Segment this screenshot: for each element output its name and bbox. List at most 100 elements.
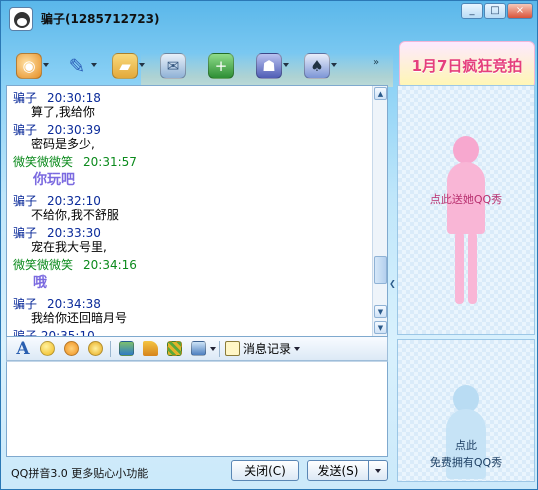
app-button[interactable]: ☗ [245,46,293,86]
image-icon [118,341,134,356]
message-time: 20:34:38 [47,297,101,311]
side-panel-toggle[interactable]: ❮ [388,85,397,481]
message-list: 骗子 20:30:18 算了,我给你 骗子 20:30:39 密码是多少, 微笑微微笑 20:… [7,86,373,336]
scrawl-button[interactable] [162,339,186,359]
send-options-button[interactable] [368,460,388,481]
send-image-button[interactable] [114,339,138,359]
message-header: 微笑微微笑 20:34:16 [13,258,367,272]
message-time: 20:30:18 [47,91,101,105]
scroll-down-icon[interactable]: ▼ [374,305,387,318]
scroll-thumb[interactable] [374,256,387,284]
contact-qq-show-panel[interactable]: 点此送她QQ秀 [397,85,535,335]
scrawl-icon [166,341,182,356]
message-text: 不给你,我不舒服 [31,208,119,222]
message-time: 20:32:10 [47,194,101,208]
magic-emoticon-button[interactable] [59,339,83,359]
music-button[interactable] [138,339,162,359]
format-toolbar: A 消息记录 [6,337,388,361]
qq-show-line1[interactable]: 点此 [398,437,534,453]
avatar-figure [446,385,486,485]
send-email-button[interactable]: ✉ [149,46,197,86]
title-bar: 骗子(1285712723) _ □ × [1,1,538,35]
contact-avatar[interactable] [9,7,33,31]
folder-icon: ▰ [112,53,138,79]
message-header: 微笑微微笑 20:31:57 [13,155,367,169]
avatar-figure [446,136,486,306]
message-header: 骗子 20:32:10 [13,194,367,208]
chevron-down-icon [375,468,381,473]
send-file-button[interactable]: ▰ [101,46,149,86]
message-input[interactable] [6,361,388,457]
message-text: 你玩吧 [33,172,75,188]
magic-face-icon [63,341,79,356]
message-header: 骗子 20:34:38 [13,297,367,311]
chevron-down-icon [294,346,301,351]
sender-name[interactable]: 骗子 [13,297,37,311]
message-text: 密码是多少, [31,137,95,151]
message-text: 哦 [33,275,47,291]
message-history-button[interactable]: 消息记录 [225,340,301,357]
sender-name[interactable]: 骗子 [13,91,37,105]
game-button[interactable]: ♠ [293,46,341,86]
message-history-label: 消息记录 [243,342,292,356]
shake-window-button[interactable] [83,339,107,359]
separator [110,340,111,357]
chevron-left-icon: ❮ [389,278,396,288]
qq-show-line2[interactable]: 免费拥有QQ秀 [398,454,534,470]
ad-banner-text: 1月7日疯狂竞拍 [411,56,523,75]
window-title: 骗子(1285712723) [41,12,160,26]
add-group-icon: + [208,53,234,79]
sender-name[interactable]: 骗子 [13,194,37,208]
video-call-button[interactable]: ◉ [5,46,53,86]
chat-history[interactable]: 骗子 20:30:18 算了,我给你 骗子 20:30:39 密码是多少, 微笑微微笑 20:… [6,85,388,337]
message-text: 宠在我大号里, [31,240,107,254]
screenshot-dropdown-icon[interactable] [210,346,216,351]
message-header: 骗子 20:30:39 [13,123,367,137]
font-icon: A [16,338,30,359]
separator [219,340,220,357]
message-time: 20:30:39 [47,123,101,137]
scroll-to-bottom-icon[interactable]: ▼ [374,321,387,334]
music-note-icon [142,341,158,356]
minimize-button[interactable]: _ [461,3,483,19]
cards-icon: ♠ [304,53,330,79]
chat-scrollbar[interactable]: ▲ ▼ ▼ [372,86,387,336]
maximize-button[interactable]: □ [484,3,506,19]
main-toolbar: ◉ ✎ ▰ ✉ + ☗ ♠ [5,43,395,89]
sender-name[interactable]: 微笑微微笑 [13,155,73,169]
screenshot-button[interactable] [186,339,210,359]
microphone-icon: ✎ [68,54,86,78]
close-button[interactable]: 关闭(C) [231,460,299,481]
emoticon-button[interactable] [35,339,59,359]
smiley-icon [39,341,55,356]
ime-promo-link[interactable]: QQ拼音3.0 更多贴心小功能 [11,465,148,481]
sender-name[interactable]: 微笑微微笑 [13,258,73,272]
history-icon [225,341,240,356]
message-text: 算了,我给你 [31,105,95,119]
font-button[interactable]: A [11,339,35,359]
shake-face-icon [87,341,103,356]
toolbar-more-button[interactable]: » [373,57,379,68]
message-header: 骗子 20:30:18 [13,91,367,105]
mail-icon: ✉ [160,53,186,79]
webcam-icon: ◉ [16,53,42,79]
sender-name[interactable]: 骗子 [13,226,37,240]
message-header: 骗子 20:33:30 [13,226,367,240]
send-qq-show-label[interactable]: 点此送她QQ秀 [398,191,534,207]
scroll-up-icon[interactable]: ▲ [374,87,387,100]
ad-banner[interactable]: 1月7日疯狂竞拍 [399,41,535,89]
app-icon: ☗ [256,53,282,79]
message-time: 20:31:57 [83,155,137,169]
close-window-button[interactable]: × [507,3,533,19]
voice-call-button[interactable]: ✎ [53,46,101,86]
send-button[interactable]: 发送(S) [307,460,369,481]
message-header-partial: 骗子 20:35:10 [13,329,95,336]
create-group-button[interactable]: + [197,46,245,86]
screenshot-icon [190,341,206,356]
my-qq-show-panel[interactable]: 点此 免费拥有QQ秀 [397,339,535,482]
message-text: 我给你还回暗月号 [31,311,128,325]
message-time: 20:34:16 [83,258,137,272]
chat-window: 骗子(1285712723) _ □ × ◉ ✎ ▰ ✉ + ☗ ♠ » 1月7… [0,0,538,490]
message-time: 20:33:30 [47,226,101,240]
sender-name[interactable]: 骗子 [13,123,37,137]
